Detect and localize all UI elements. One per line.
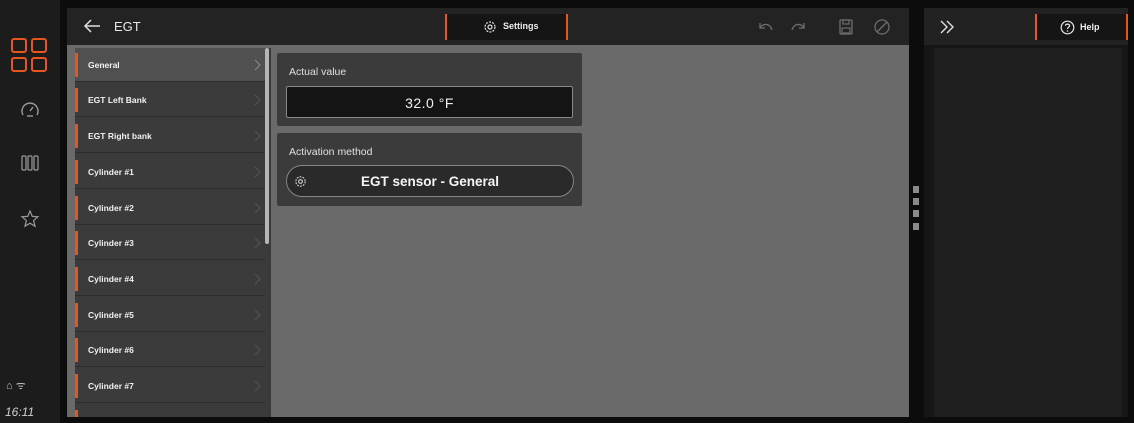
help-panel-header: Help [924, 8, 1128, 45]
list-item-label: Cylinder #1 [88, 167, 134, 177]
activation-method-label: Activation method [289, 146, 373, 158]
actual-value-card: Actual value 32.0 °F [277, 53, 582, 126]
list-item-cylinder-4[interactable]: Cylinder #4 [75, 262, 265, 296]
list-item-label: Cylinder #6 [88, 345, 134, 355]
list-item-accent [75, 338, 78, 362]
chevron-right-icon [254, 344, 261, 356]
clock: 16:11 [5, 405, 35, 419]
list-item-label: Cylinder #3 [88, 238, 134, 248]
top-bar: EGT Settings [67, 8, 909, 45]
redo-icon[interactable] [789, 18, 807, 36]
list-item-accent [75, 374, 78, 398]
status-icons: ⌂ ᯤ [6, 380, 26, 392]
list-item-label: EGT Right bank [88, 131, 152, 141]
list-item-accent [75, 231, 78, 255]
actual-value-text: 32.0 °F [405, 95, 454, 111]
pager-dot[interactable] [913, 198, 919, 205]
pager-dot[interactable] [913, 223, 919, 230]
left-rail: ⌂ ᯤ 16:11 [0, 0, 60, 423]
actual-value-label: Actual value [289, 66, 347, 78]
list-scrollbar[interactable] [265, 48, 269, 244]
chevron-right-icon [254, 309, 261, 321]
help-panel: Help [924, 8, 1128, 417]
pager-dot[interactable] [913, 186, 919, 193]
list-item-partial [75, 405, 265, 417]
apps-grid-icon[interactable] [11, 38, 49, 74]
dashboard-gauge-icon[interactable] [20, 100, 40, 120]
help-question-icon [1060, 20, 1075, 35]
settings-gear-icon [484, 21, 496, 33]
list-item-cylinder-2[interactable]: Cylinder #2 [75, 191, 265, 225]
page-title: EGT [114, 19, 141, 34]
list-item-cylinder-6[interactable]: Cylinder #6 [75, 333, 265, 367]
favorites-star-icon[interactable] [20, 209, 40, 229]
list-item-accent [75, 88, 78, 112]
list-item-label: Cylinder #2 [88, 203, 134, 213]
help-tab-label: Help [1080, 22, 1100, 32]
list-item-cylinder-1[interactable]: Cylinder #1 [75, 155, 265, 189]
help-panel-body [934, 48, 1122, 417]
undo-icon[interactable] [757, 18, 775, 36]
chevron-right-icon [254, 166, 261, 178]
list-item-accent [75, 160, 78, 184]
cancel-icon[interactable] [873, 18, 891, 36]
list-item-accent [75, 124, 78, 148]
actual-value-display: 32.0 °F [286, 86, 573, 118]
tab-help[interactable]: Help [1035, 14, 1128, 40]
list-item-general[interactable]: General [75, 48, 265, 82]
save-icon[interactable] [837, 18, 855, 36]
chevron-right-icon [254, 59, 261, 71]
list-item-cylinder-3[interactable]: Cylinder #3 [75, 226, 265, 260]
list-item-accent [75, 303, 78, 327]
list-item-egt-left-bank[interactable]: EGT Left Bank [75, 83, 265, 117]
list-item-label: EGT Left Bank [88, 95, 147, 105]
chevron-right-icon [254, 380, 261, 392]
back-arrow-icon[interactable] [83, 17, 101, 35]
list-item-label: Cylinder #4 [88, 274, 134, 284]
list-item-accent [75, 267, 78, 291]
list-item-label: General [88, 60, 120, 70]
category-list: General EGT Left Bank EGT Right bank Cyl… [75, 48, 271, 417]
columns-icon[interactable] [20, 153, 40, 173]
chevron-right-icon [254, 94, 261, 106]
list-item-accent [75, 196, 78, 220]
main-panel: EGT Settings General EGT Left Bank EGT R… [67, 8, 909, 417]
list-item-accent [75, 410, 78, 417]
list-item-cylinder-7[interactable]: Cylinder #7 [75, 369, 265, 403]
activation-method-select[interactable]: EGT sensor - General [286, 165, 574, 197]
list-item-accent [75, 53, 78, 77]
activation-method-card: Activation method EGT sensor - General [277, 133, 582, 206]
panel-pager [913, 186, 921, 242]
collapse-chevrons-icon[interactable] [938, 18, 956, 36]
activation-method-value: EGT sensor - General [360, 174, 500, 189]
pager-dot[interactable] [913, 210, 919, 217]
list-item-egt-right-bank[interactable]: EGT Right bank [75, 119, 265, 153]
chevron-right-icon [254, 273, 261, 285]
chevron-right-icon [254, 237, 261, 249]
list-item-cylinder-5[interactable]: Cylinder #5 [75, 298, 265, 332]
settings-tab-label: Settings [503, 21, 539, 31]
list-item-label: Cylinder #7 [88, 381, 134, 391]
chevron-right-icon [254, 130, 261, 142]
tab-settings[interactable]: Settings [445, 14, 568, 40]
chevron-right-icon [254, 202, 261, 214]
list-item-label: Cylinder #5 [88, 310, 134, 320]
